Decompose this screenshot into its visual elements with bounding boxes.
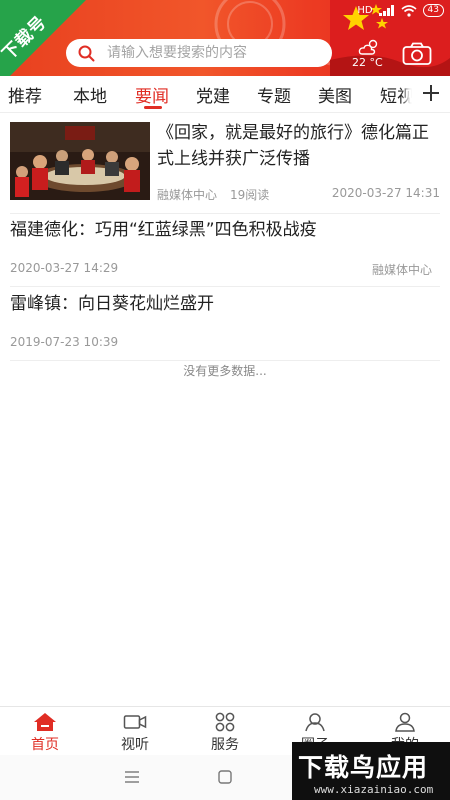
news-item[interactable]: 《回家，就是最好的旅行》德化篇正式上线并获广泛传播 融媒体中心 19阅读 202… [10, 120, 440, 214]
tab-recommend[interactable]: 推荐 [8, 82, 42, 107]
home-icon [34, 713, 56, 731]
nav-video[interactable]: 视听 [90, 707, 180, 755]
category-tabs: 推荐 本地 要闻 党建 专题 美图 短视 [0, 76, 450, 113]
search-bar[interactable] [66, 39, 332, 67]
news-time: 2019-07-23 10:39 [10, 335, 119, 349]
tab-gallery[interactable]: 美图 [318, 82, 352, 107]
signal-icon [378, 5, 394, 16]
nav-label: 视听 [121, 737, 149, 753]
watermark-text: 下载鸟应用 [298, 753, 429, 782]
watermark-url: www.xiazainiao.com [314, 783, 434, 796]
wifi-icon [401, 4, 417, 17]
tab-topics[interactable]: 专题 [257, 82, 291, 107]
nav-label: 服务 [211, 737, 239, 753]
news-item[interactable]: 雷峰镇：向日葵花灿烂盛开 2019-07-23 10:39 [10, 289, 440, 361]
camera-icon[interactable] [402, 42, 432, 66]
news-item[interactable]: 福建德化：巧用“红蓝绿黑”四色积极战疫 2020-03-27 14:29 融媒体… [10, 215, 440, 287]
active-tab-indicator [144, 106, 162, 109]
corner-badge: 下载号 [0, 0, 86, 86]
home-square-icon[interactable] [218, 770, 232, 784]
tab-local[interactable]: 本地 [73, 82, 107, 107]
grid-icon [215, 712, 235, 732]
tab-short-video[interactable]: 短视 [380, 82, 414, 107]
tab-headlines[interactable]: 要闻 [135, 82, 169, 107]
tab-party[interactable]: 党建 [196, 82, 230, 107]
nav-label: 首页 [31, 737, 59, 753]
nav-services[interactable]: 服务 [180, 707, 270, 755]
nav-home[interactable]: 首页 [0, 707, 90, 755]
watermark: 下载鸟应用 www.xiazainiao.com [292, 742, 450, 800]
tabs-more-button[interactable] [412, 76, 450, 112]
temperature: 22 °C [352, 56, 383, 69]
list-end-text: 没有更多数据... [183, 364, 267, 378]
news-source: 融媒体中心 [371, 263, 432, 277]
news-time: 2020-03-27 14:29 [10, 261, 119, 275]
weather-widget[interactable]: 22 °C [350, 38, 390, 72]
news-reads: 19阅读 [230, 188, 270, 202]
news-source: 融媒体中心 [157, 188, 218, 202]
battery-indicator: 43 [422, 4, 444, 17]
news-time: 2020-03-27 14:31 [331, 186, 440, 200]
cloud-sun-icon [358, 39, 378, 55]
search-input[interactable] [105, 44, 319, 62]
community-icon [305, 713, 325, 732]
news-title: 《回家，就是最好的旅行》德化篇正式上线并获广泛传播 [157, 123, 429, 169]
user-icon [395, 712, 415, 732]
news-title: 福建德化：巧用“红蓝绿黑”四色积极战疫 [10, 220, 317, 240]
video-icon [123, 715, 147, 729]
menu-icon[interactable] [125, 771, 139, 783]
status-bar: HD 43 [357, 4, 444, 17]
news-title: 雷峰镇：向日葵花灿烂盛开 [10, 294, 214, 314]
hd-indicator: HD [357, 5, 373, 16]
news-thumbnail [10, 122, 150, 200]
plus-icon [423, 85, 439, 101]
